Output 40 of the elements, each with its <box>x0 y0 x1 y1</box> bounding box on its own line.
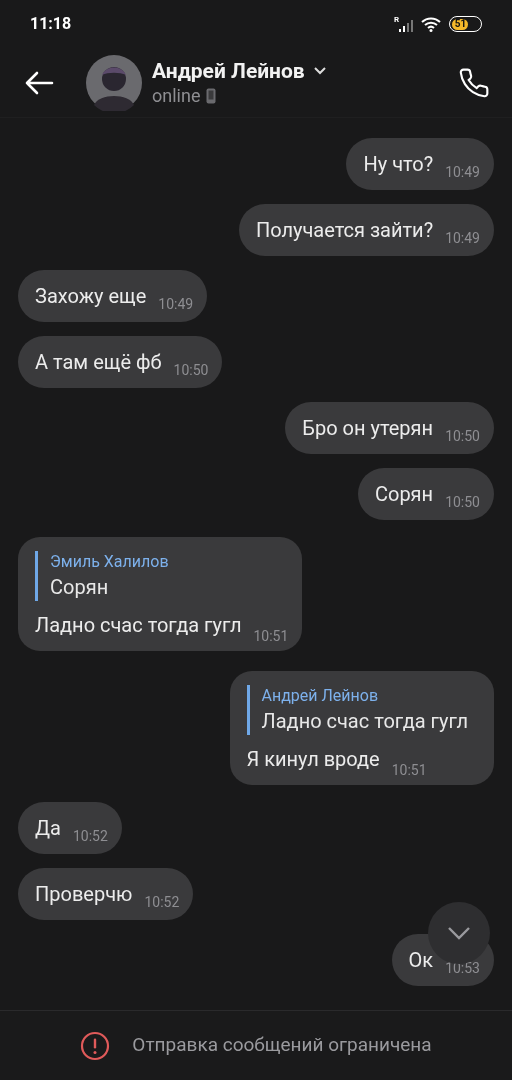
message-time: 10:52 <box>72 827 108 846</box>
chevron-down-icon[interactable] <box>312 66 327 75</box>
message-time: 10:50 <box>445 427 480 446</box>
signal-icon <box>399 20 413 32</box>
message-time: 10:49 <box>445 163 480 182</box>
message-text: Ладно счас тогда гугл <box>35 612 242 639</box>
status-time: 11:18 <box>30 13 72 35</box>
chevron-down-icon <box>447 926 471 940</box>
message-time: 10:49 <box>158 295 194 314</box>
message-time: 10:51 <box>391 761 427 780</box>
message-text: А там ещё фб <box>35 349 162 376</box>
warning-icon <box>80 1030 111 1061</box>
message-time: 10:52 <box>144 893 180 912</box>
quote-author: Андрей Лейнов <box>261 685 380 707</box>
message-text: Я кинул вроде <box>246 746 380 773</box>
contact-name[interactable]: Андрей Лейнов <box>152 57 305 84</box>
roaming-mark: R <box>393 16 399 24</box>
message-text: Сорян <box>374 481 434 508</box>
message-time: 10:49 <box>445 229 480 248</box>
message-text: Ок <box>408 947 434 974</box>
message-text: Бро он утерян <box>302 415 434 442</box>
message-text: Да <box>35 815 61 842</box>
quote-author: Эмиль Халилов <box>50 551 170 573</box>
restriction-notice: Отправка сообщений ограничена <box>132 1032 432 1059</box>
quote-text: Сорян <box>50 574 110 601</box>
message-text: Захожу еще <box>35 283 147 310</box>
message-text: Получается зайти? <box>255 217 434 244</box>
battery-level: 51 <box>454 19 467 29</box>
message-time: 10:50 <box>445 493 480 512</box>
contact-status: online <box>152 83 201 108</box>
quote-text: Ладно счас тогда гугл <box>261 708 468 735</box>
message-time: 10:50 <box>173 361 209 380</box>
wifi-icon <box>421 16 441 32</box>
avatar[interactable] <box>86 54 142 111</box>
message-time: 10:51 <box>253 627 289 646</box>
phone-device-icon <box>206 87 217 104</box>
message-text: Ну что? <box>363 151 434 178</box>
back-icon[interactable] <box>24 70 54 95</box>
phone-call-icon[interactable] <box>458 66 490 99</box>
message-text: Проверчю <box>35 881 133 908</box>
